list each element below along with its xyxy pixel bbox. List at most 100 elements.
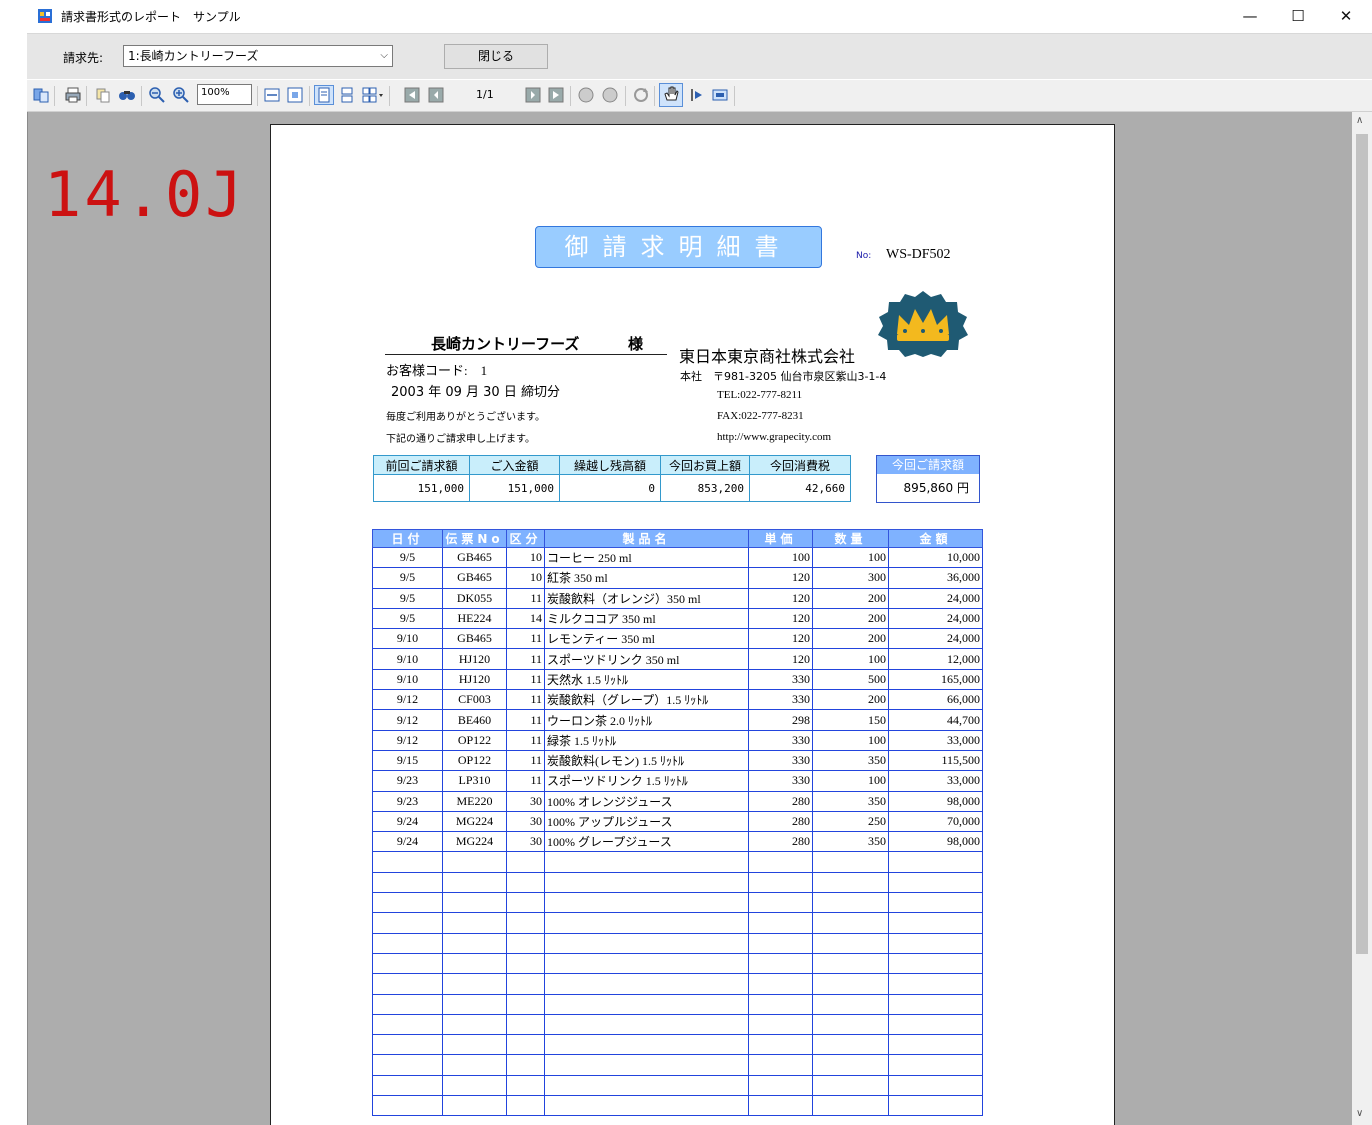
scroll-thumb[interactable] <box>1356 134 1368 954</box>
table-row: 9/15 OP122 11 炭酸飲料(レモン) 1.5 ﾘｯﾄﾙ 330 350 115,5… <box>372 749 983 772</box>
table-cell <box>888 932 983 954</box>
total-header: 今回ご請求額 <box>877 456 979 474</box>
toc-icon[interactable] <box>32 86 50 104</box>
back-icon[interactable] <box>577 86 595 104</box>
table-cell: 100 <box>812 729 889 751</box>
table-cell <box>506 871 545 894</box>
table-cell <box>506 1054 545 1076</box>
empty-row <box>372 952 983 975</box>
table-row: 9/10 HJ120 11 スポーツドリンク 350 ml 120 100 12,000 <box>372 648 983 670</box>
table-cell <box>748 1054 813 1076</box>
table-cell: 100% オレンジジュース <box>544 790 749 812</box>
table-cell <box>888 851 983 873</box>
close-button[interactable]: 閉じる <box>444 44 548 69</box>
table-row: 9/23 ME220 30 100% オレンジジュース 280 350 98,000 <box>372 790 983 812</box>
next-page-icon[interactable] <box>524 86 542 104</box>
first-page-icon[interactable] <box>403 86 421 104</box>
empty-row <box>372 1095 983 1117</box>
total-box: 今回ご請求額 895,860 円 <box>876 455 980 503</box>
prev-page-icon[interactable] <box>427 86 445 104</box>
table-cell <box>748 871 813 894</box>
table-cell <box>888 1095 983 1117</box>
table-cell: 9/12 <box>372 709 443 731</box>
table-cell <box>544 952 749 975</box>
table-cell: 44,700 <box>888 709 983 731</box>
table-cell <box>888 993 983 1015</box>
zoom-input[interactable]: 100% <box>197 84 252 105</box>
table-cell: 33,000 <box>888 770 983 792</box>
table-cell: スポーツドリンク 350 ml <box>544 648 749 670</box>
table-cell <box>888 892 983 914</box>
table-cell: 30 <box>506 831 545 853</box>
company-tel: TEL:022-777-8211 <box>717 389 803 401</box>
billing-combobox[interactable]: 1:長崎カントリーフーズ ⌵ <box>123 45 393 67</box>
scroll-up-icon[interactable]: ∧ <box>1356 115 1363 126</box>
empty-row <box>372 993 983 1015</box>
window-titlebar: 請求書形式のレポート サンプル — ☐ ✕ <box>27 0 1372 33</box>
table-cell <box>372 851 443 873</box>
chevron-down-icon[interactable]: ⌵ <box>380 48 388 64</box>
table-cell: 10 <box>506 546 545 569</box>
table-cell: 9/10 <box>372 668 443 691</box>
fit-page-icon[interactable] <box>286 86 304 104</box>
table-cell <box>748 1074 813 1097</box>
table-cell <box>442 1034 507 1056</box>
table-cell: 9/12 <box>372 729 443 751</box>
table-cell: BE460 <box>442 709 507 731</box>
vertical-scrollbar[interactable]: ∧ ∨ <box>1352 112 1372 1125</box>
find-icon[interactable] <box>118 86 136 104</box>
table-row: 9/12 CF003 11 炭酸飲料（グレープ）1.5 ﾘｯﾄﾙ 330 200 66,00… <box>372 689 983 711</box>
table-cell: 330 <box>748 770 813 792</box>
customer-underline <box>385 354 667 355</box>
multi-page-icon[interactable] <box>361 86 385 104</box>
select-text-icon[interactable] <box>687 86 705 104</box>
table-cell <box>544 871 749 894</box>
snapshot-icon[interactable] <box>711 86 729 104</box>
table-cell: 11 <box>506 628 545 650</box>
table-cell: 12,000 <box>888 648 983 670</box>
customer-honorific: 様 <box>628 335 644 353</box>
table-cell: 11 <box>506 648 545 670</box>
page-indicator: 1/1 <box>476 88 494 101</box>
zoom-out-icon[interactable] <box>148 86 166 104</box>
billing-combobox-value: 1:長崎カントリーフーズ <box>128 49 259 63</box>
table-cell: 24,000 <box>888 628 983 650</box>
company-address: 本社 〒981-3205 仙台市泉区紫山3-1-4 <box>680 370 887 383</box>
refresh-icon[interactable] <box>632 86 650 104</box>
fit-width-icon[interactable] <box>263 86 281 104</box>
table-cell: 150 <box>812 709 889 731</box>
copy-icon[interactable] <box>94 86 112 104</box>
forward-icon[interactable] <box>601 86 619 104</box>
last-page-icon[interactable] <box>547 86 565 104</box>
window-title: 請求書形式のレポート サンプル <box>61 10 241 24</box>
table-cell: 天然水 1.5 ﾘｯﾄﾙ <box>544 668 749 691</box>
print-icon[interactable] <box>64 86 82 104</box>
table-cell: 11 <box>506 668 545 691</box>
close-window-button[interactable]: ✕ <box>1334 6 1358 26</box>
table-cell: OP122 <box>442 749 507 772</box>
table-cell: 9/24 <box>372 810 443 833</box>
table-cell <box>544 993 749 1015</box>
col-header-amount: 金額 <box>888 529 983 548</box>
table-cell <box>442 1013 507 1036</box>
table-cell: 120 <box>748 628 813 650</box>
report-viewer[interactable]: 14.0J 御請求明細書 No: WS-DF502 長崎カントリーフーズ 様 お… <box>27 112 1352 1125</box>
col-header-price: 単価 <box>748 529 813 548</box>
summary-header: 今回消費税 <box>749 455 851 475</box>
zoom-in-icon[interactable] <box>172 86 190 104</box>
table-cell <box>544 1074 749 1097</box>
scroll-down-icon[interactable]: ∨ <box>1356 1108 1363 1119</box>
company-url: http://www.grapecity.com <box>717 431 832 443</box>
maximize-button[interactable]: ☐ <box>1286 6 1310 26</box>
table-cell <box>544 1013 749 1036</box>
invoice-no-value: WS-DF502 <box>886 247 951 262</box>
table-cell: ME220 <box>442 790 507 812</box>
single-page-icon[interactable] <box>314 85 334 105</box>
pan-hand-icon[interactable] <box>659 83 683 107</box>
table-cell: MG224 <box>442 831 507 853</box>
report-page: 御請求明細書 No: WS-DF502 長崎カントリーフーズ 様 お客様コード:… <box>270 124 1115 1125</box>
continuous-page-icon[interactable] <box>338 86 356 104</box>
table-cell: 33,000 <box>888 729 983 751</box>
minimize-button[interactable]: — <box>1238 6 1262 26</box>
table-cell: 炭酸飲料（オレンジ）350 ml <box>544 587 749 609</box>
